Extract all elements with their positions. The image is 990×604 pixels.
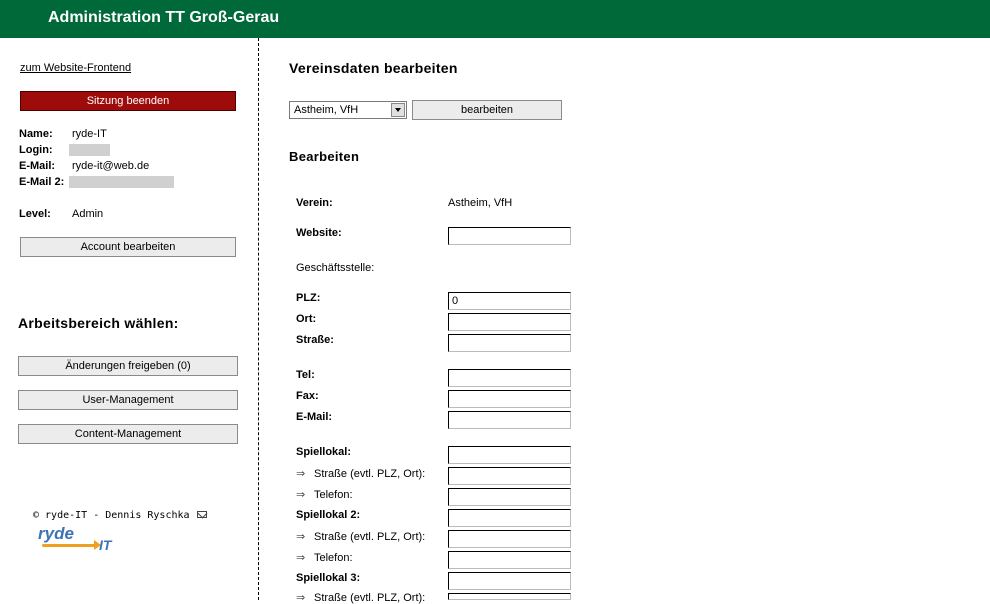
ryde-it-logo: ryde IT (38, 524, 120, 554)
spiellokal1-telefon-input[interactable] (448, 488, 571, 506)
spiellokal2-strasse-text: Straße (evtl. PLZ, Ort): (314, 531, 426, 543)
spiellokal2-label: Spiellokal 2: (296, 509, 361, 521)
logo-ryde-text: ryde (38, 524, 74, 543)
edit-button[interactable]: bearbeiten (412, 100, 562, 120)
level-label: Level: (19, 208, 51, 220)
email2-value-masked (69, 176, 174, 188)
login-label: Login: (19, 144, 53, 156)
spiellokal1-strasse-label: ⇒ Straße (evtl. PLZ, Ort): (296, 467, 425, 480)
tel-label: Tel: (296, 369, 315, 381)
spiellokal3-strasse-label: ⇒ Straße (evtl. PLZ, Ort): (296, 591, 425, 604)
spiellokal2-strasse-input[interactable] (448, 530, 571, 548)
website-label: Website: (296, 227, 342, 239)
mail-icon[interactable] (197, 511, 207, 518)
verein-value: Astheim, VfH (448, 197, 513, 209)
strasse-input[interactable] (448, 334, 571, 352)
spiellokal1-telefon-label: ⇒ Telefon: (296, 488, 353, 501)
account-edit-button[interactable]: Account bearbeiten (20, 237, 236, 257)
frontend-link[interactable]: zum Website-Frontend (20, 62, 131, 74)
email-label: E-Mail: (19, 160, 56, 172)
level-value: Admin (72, 208, 104, 220)
main-heading: Vereinsdaten bearbeiten (289, 60, 458, 76)
login-value-masked (69, 144, 110, 156)
website-input[interactable] (448, 227, 571, 245)
workspace-heading: Arbeitsbereich wählen: (18, 315, 179, 331)
plz-input[interactable] (448, 292, 571, 310)
chevron-down-icon[interactable] (391, 103, 405, 117)
arrow-icon: ⇒ (296, 489, 306, 501)
spiellokal3-label: Spiellokal 3: (296, 572, 361, 584)
spiellokal2-strasse-label: ⇒ Straße (evtl. PLZ, Ort): (296, 530, 425, 543)
spiellokal3-strasse-input[interactable] (448, 593, 571, 600)
email-field-label: E-Mail: (296, 411, 333, 423)
logo-it-text: IT (99, 537, 112, 553)
spiellokal2-telefon-label: ⇒ Telefon: (296, 551, 353, 564)
spiellokal2-telefon-input[interactable] (448, 551, 571, 569)
name-label: Name: (19, 128, 53, 140)
ort-label: Ort: (296, 313, 317, 325)
spiellokal3-input[interactable] (448, 572, 571, 590)
content-management-button[interactable]: Content-Management (18, 424, 238, 444)
name-value: ryde-IT (72, 128, 107, 140)
sidebar-divider (258, 38, 259, 600)
club-select-value: Astheim, VfH (294, 104, 359, 116)
tel-input[interactable] (448, 369, 571, 387)
page-title: Administration TT Groß-Gerau (48, 9, 280, 26)
arrow-icon: ⇒ (296, 592, 306, 604)
spiellokal1-input[interactable] (448, 446, 571, 464)
spiellokal1-telefon-text: Telefon: (314, 489, 353, 501)
spiellokal2-telefon-text: Telefon: (314, 552, 353, 564)
spiellokal2-input[interactable] (448, 509, 571, 527)
arrow-icon: ⇒ (296, 552, 306, 564)
spiellokal1-strasse-input[interactable] (448, 467, 571, 485)
fax-input[interactable] (448, 390, 571, 408)
footer-copyright: © ryde-IT - Dennis Ryschka (33, 510, 190, 521)
arrow-icon: ⇒ (296, 531, 306, 543)
ort-input[interactable] (448, 313, 571, 331)
fax-label: Fax: (296, 390, 319, 402)
logout-button[interactable]: Sitzung beenden (20, 91, 236, 111)
arrow-icon: ⇒ (296, 468, 306, 480)
plz-label: PLZ: (296, 292, 321, 304)
spiellokal1-strasse-text: Straße (evtl. PLZ, Ort): (314, 468, 426, 480)
spiellokal1-label: Spiellokal: (296, 446, 352, 458)
approve-changes-button[interactable]: Änderungen freigeben (0) (18, 356, 238, 376)
logo-swoosh (42, 544, 96, 547)
email2-label: E-Mail 2: (19, 176, 65, 188)
spiellokal3-strasse-text: Straße (evtl. PLZ, Ort): (314, 592, 426, 604)
email-field[interactable] (448, 411, 571, 429)
edit-subheading: Bearbeiten (289, 149, 360, 164)
header-bar: Administration TT Groß-Gerau (0, 0, 990, 38)
verein-label: Verein: (296, 197, 333, 209)
geschaeftsstelle-label: Geschäftsstelle: (296, 262, 375, 274)
email-value: ryde-it@web.de (72, 160, 150, 172)
strasse-label: Straße: (296, 334, 334, 346)
club-select[interactable]: Astheim, VfH (289, 101, 407, 119)
user-management-button[interactable]: User-Management (18, 390, 238, 410)
